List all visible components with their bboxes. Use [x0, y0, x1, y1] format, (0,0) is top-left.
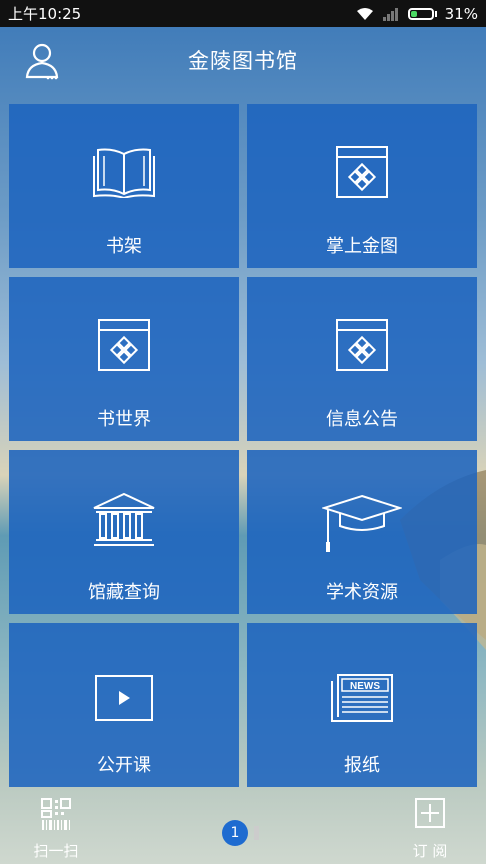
tile-bookshelf[interactable]: 书架 [9, 104, 239, 268]
subscribe-label: 订 阅 [412, 842, 448, 860]
tile-catalog-search[interactable]: 馆藏查询 [9, 450, 239, 614]
tile-newspapers[interactable]: NEWS 报纸 [247, 623, 477, 787]
graduation-cap-icon [322, 494, 402, 552]
tile-label: 书架 [106, 236, 142, 257]
tile-label: 书世界 [97, 409, 151, 430]
tile-academic-resources[interactable]: 学术资源 [247, 450, 477, 614]
scan-label: 扫一扫 [33, 842, 79, 860]
page-number[interactable]: 1 [222, 820, 248, 846]
tile-label: 馆藏查询 [88, 582, 160, 603]
page-indicator: 1 [222, 820, 259, 846]
tile-announcements[interactable]: 信息公告 [247, 277, 477, 441]
feature-grid: 书架 掌上金图 书世界 信息公告 馆藏查询 学术资源 公开课 NEWS 报纸 [0, 0, 486, 864]
tile-open-courses[interactable]: 公开课 [9, 623, 239, 787]
tile-book-world[interactable]: 书世界 [9, 277, 239, 441]
video-play-icon [95, 675, 153, 721]
scan-button[interactable]: 扫一扫 [28, 798, 84, 860]
subscribe-button[interactable]: 订 阅 [402, 798, 458, 860]
add-square-icon [415, 798, 445, 828]
tile-pocket-library[interactable]: 掌上金图 [247, 104, 477, 268]
tile-label: 学术资源 [326, 582, 398, 603]
tile-label: 报纸 [344, 755, 380, 776]
page-indicator-bar [254, 826, 259, 840]
app-window-icon [336, 146, 388, 198]
bottom-bar: 扫一扫 1 订 阅 [0, 790, 486, 864]
app-window-icon [98, 319, 150, 371]
tile-label: 信息公告 [326, 409, 398, 430]
tile-label: 掌上金图 [326, 236, 398, 257]
library-building-icon [93, 492, 155, 546]
qr-barcode-icon [41, 798, 71, 830]
book-icon [93, 148, 155, 198]
app-window-icon [336, 319, 388, 371]
tile-label: 公开课 [97, 755, 151, 776]
newspaper-icon: NEWS [331, 674, 393, 722]
newspaper-icon-text: NEWS [350, 681, 380, 692]
